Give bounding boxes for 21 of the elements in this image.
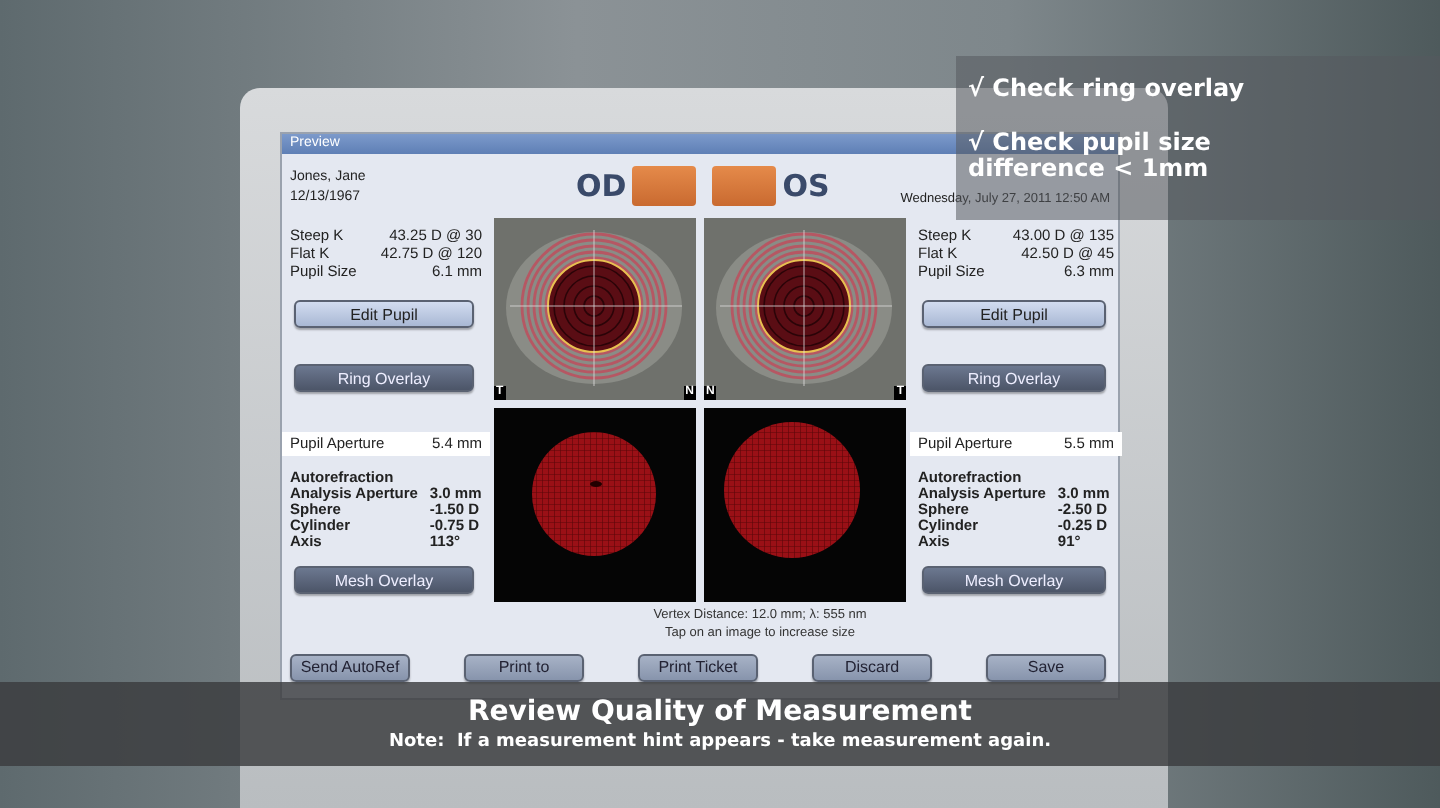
photo-placeholder: [712, 166, 777, 206]
topography-map-drawing[interactable]: [704, 218, 906, 400]
overlay-button[interactable]: Ring Overlay: [922, 364, 1106, 392]
eye-label: OS: [782, 168, 830, 204]
edit-button[interactable]: Edit Pupil: [922, 300, 1106, 328]
action-button[interactable]: Discard: [812, 653, 932, 681]
mesh-overlay-button[interactable]: Mesh Overlay: [294, 566, 474, 594]
checklist-item: √ Check pupil size difference < 1mm: [968, 130, 1213, 182]
topography-map-drawing[interactable]: [494, 218, 696, 400]
mesh-overlay-button[interactable]: Mesh Overlay: [922, 566, 1106, 594]
action-button[interactable]: Print to: [464, 653, 584, 681]
caption-title: Review Quality of Measurement: [467, 695, 972, 729]
checklist-item: √ Check ring overlay: [968, 76, 1247, 102]
overlay-button[interactable]: Ring Overlay: [294, 364, 474, 392]
edit-button[interactable]: Edit Pupil: [294, 300, 474, 328]
action-button[interactable]: Print Ticket: [638, 653, 758, 681]
photo-placeholder: [632, 166, 697, 206]
caption-note: Note: If a measurement hint appears - take measurement again.: [388, 729, 1052, 753]
eye-label: OD: [576, 168, 627, 204]
action-button[interactable]: Save: [986, 653, 1106, 681]
action-button[interactable]: Send AutoRef: [290, 653, 410, 681]
